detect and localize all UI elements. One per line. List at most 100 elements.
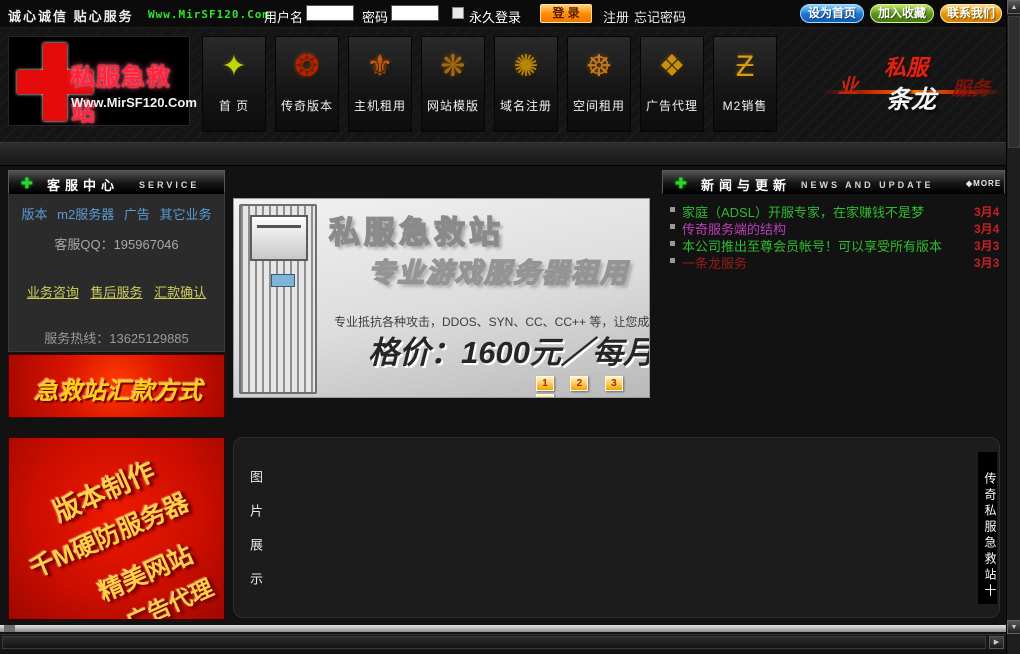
slogan-text: 诚心诚信 贴心服务 [8, 6, 134, 25]
news-item[interactable]: 传奇服务端的结构 3月4 [662, 219, 1005, 235]
nav-item-ad-agency[interactable]: ❖ 广告代理 [640, 36, 704, 132]
banner-subtitle: 专业游戏服务器租用 [368, 251, 629, 290]
services-ad-banner[interactable]: 版本制作 千M硬防服务器 精美网站 广告代理 [8, 437, 225, 620]
arrow-up-icon: ▲ [1011, 4, 1018, 11]
link-versions[interactable]: 版本 [22, 207, 48, 222]
gallery-panel: 图片展示 传奇私服急救站十 [233, 437, 1000, 618]
one-stop-service-graphic: 私服 业 条龙 服务 [818, 38, 1010, 130]
content-bottom-strip [0, 625, 1006, 632]
news-date: 3月3 [974, 237, 1005, 254]
page: 诚心诚信 贴心服务 Www.MirSF120.Com 用户名 密码 永久登录 登… [0, 0, 1020, 654]
site-logo[interactable]: 私服急救站 Www.MirSF120.Com [8, 36, 190, 126]
service-action-row: 业务咨询 售后服务 汇款确认 [9, 282, 224, 301]
news-list: 家庭（ADSL）开服专家，在家赚钱不是梦 3月4 传奇服务端的结构 3月4 本公… [662, 196, 1005, 270]
register-link[interactable]: 注册 [603, 7, 629, 26]
news-more-link[interactable]: ◆MORE [966, 179, 1000, 188]
horizontal-scroll-thumb[interactable] [2, 636, 986, 649]
top-bar: 诚心诚信 贴心服务 Www.MirSF120.Com 用户名 密码 永久登录 登… [0, 0, 1020, 28]
link-payment-confirm[interactable]: 汇款确认 [154, 285, 206, 300]
side-label-text: 传奇私服急救站十 [982, 472, 999, 600]
bullet-icon [670, 241, 675, 246]
username-label: 用户名 [264, 7, 303, 26]
link-other-business[interactable]: 其它业务 [159, 207, 211, 222]
banner-page-2[interactable]: 2 [570, 376, 588, 391]
logo-url: Www.MirSF120.Com [71, 95, 197, 110]
news-date: 3月3 [974, 254, 1005, 271]
side-label-strip: 传奇私服急救站十 [978, 452, 997, 604]
scroll-down-button[interactable]: ▼ [1007, 620, 1020, 634]
news-item[interactable]: 一条龙服务 3月3 [662, 253, 1005, 269]
host-emblem-icon: ⚜ [349, 37, 411, 97]
service-panel-title: 客服中心 [47, 175, 119, 194]
scroll-right-button[interactable]: ▶ [989, 636, 1004, 649]
versions-emblem-icon: ❂ [276, 37, 338, 97]
banner-price: 格价：1600元／每月 [368, 327, 650, 372]
nav-item-legend-versions[interactable]: ❂ 传奇版本 [275, 36, 339, 132]
plus-icon: ✚ [675, 175, 687, 192]
contact-us-button[interactable]: 联系我们 [940, 4, 1002, 23]
add-favorite-button[interactable]: 加入收藏 [870, 4, 934, 23]
nav-item-host-rental[interactable]: ⚜ 主机租用 [348, 36, 412, 132]
banner-page-3[interactable]: 3 [605, 376, 623, 391]
link-ads[interactable]: 广告 [124, 207, 150, 222]
nav-item-web-templates[interactable]: ❋ 网站模版 [421, 36, 485, 132]
banner-title: 私服急救站 [329, 207, 504, 252]
banner-pagination: 1 2 3 4 [536, 373, 649, 398]
home-emblem-icon: ✦ [203, 37, 265, 97]
ad-emblem-icon: ❖ [641, 37, 703, 97]
service-hotline-text: 服务热线：13625129885 [9, 328, 224, 347]
domain-emblem-icon: ✺ [495, 37, 557, 97]
bullet-icon [670, 258, 675, 263]
header: 私服急救站 Www.MirSF120.Com ✦ 首 页 ❂ 传奇版本 ⚜ 主机… [0, 28, 1020, 142]
nav-item-space-rental[interactable]: ☸ 空间租用 [567, 36, 631, 132]
service-qq-text: 客服QQ：195967046 [9, 234, 224, 253]
news-panel-title: 新闻与更新 [701, 175, 791, 194]
banner-page-1[interactable]: 1 [536, 376, 554, 391]
bullet-icon [670, 207, 675, 212]
header-divider [0, 142, 1020, 166]
arrow-right-icon: ▶ [994, 639, 999, 646]
space-emblem-icon: ☸ [568, 37, 630, 97]
gallery-title: 图片展示 [246, 470, 265, 606]
service-links-row: 版本 m2服务器 广告 其它业务 [9, 204, 224, 223]
scroll-up-button[interactable]: ▲ [1007, 0, 1020, 14]
payment-banner-text: 急救站汇款方式 [13, 371, 223, 406]
news-item[interactable]: 本公司推出至尊会员帐号！可以享受所有版本 3月3 [662, 236, 1005, 252]
link-m2-server[interactable]: m2服务器 [57, 207, 114, 222]
vertical-scrollbar[interactable]: ▲ ▼ [1006, 0, 1020, 654]
horizontal-scrollbar[interactable]: ▶ [0, 634, 1006, 650]
service-panel-subtitle: SERVICE [139, 180, 199, 190]
news-panel-header: ✚ 新闻与更新 NEWS AND UPDATE ◆MORE [662, 170, 1005, 194]
service-panel-body: 版本 m2服务器 广告 其它业务 客服QQ：195967046 业务咨询 售后服… [8, 194, 225, 352]
link-after-sales[interactable]: 售后服务 [90, 285, 142, 300]
forgot-password-link[interactable]: 忘记密码 [634, 7, 686, 26]
link-business-consult[interactable]: 业务咨询 [27, 285, 79, 300]
news-item[interactable]: 家庭（ADSL）开服专家，在家赚钱不是梦 3月4 [662, 202, 1005, 218]
main-nav: ✦ 首 页 ❂ 传奇版本 ⚜ 主机租用 ❋ 网站模版 ✺ 域名注册 ☸ 空间租用 [202, 36, 786, 132]
bullet-icon [670, 224, 675, 229]
payment-method-banner[interactable]: 急救站汇款方式 [8, 354, 225, 418]
server-rental-banner[interactable]: 私服急救站 专业游戏服务器租用 专业抵抗各种攻击，DDOS、SYN、CC、CC+… [233, 198, 650, 398]
news-date: 3月4 [974, 203, 1005, 220]
service-panel-header: ✚ 客服中心 SERVICE [8, 170, 225, 194]
server-tower-image [239, 204, 317, 394]
plus-icon: ✚ [21, 175, 33, 192]
remember-label: 永久登录 [469, 7, 521, 26]
set-home-button[interactable]: 设为首页 [800, 4, 864, 23]
nav-item-home[interactable]: ✦ 首 页 [202, 36, 266, 132]
remember-checkbox[interactable] [452, 7, 464, 19]
site-url-link[interactable]: Www.MirSF120.Com [148, 8, 270, 21]
m2-emblem-icon: Ƶ [714, 37, 776, 97]
nav-item-m2-sales[interactable]: Ƶ M2销售 [713, 36, 777, 132]
vertical-scroll-thumb[interactable] [1008, 16, 1020, 148]
nav-item-domain-register[interactable]: ✺ 域名注册 [494, 36, 558, 132]
password-label: 密码 [362, 7, 388, 26]
banner-page-4[interactable]: 4 [536, 394, 554, 398]
logo-title: 私服急救站 [71, 57, 189, 127]
news-date: 3月4 [974, 220, 1005, 237]
password-input[interactable] [391, 5, 439, 21]
login-button[interactable]: 登 录 [540, 4, 592, 23]
username-input[interactable] [306, 5, 354, 21]
templates-emblem-icon: ❋ [422, 37, 484, 97]
strip-handle [4, 625, 15, 632]
